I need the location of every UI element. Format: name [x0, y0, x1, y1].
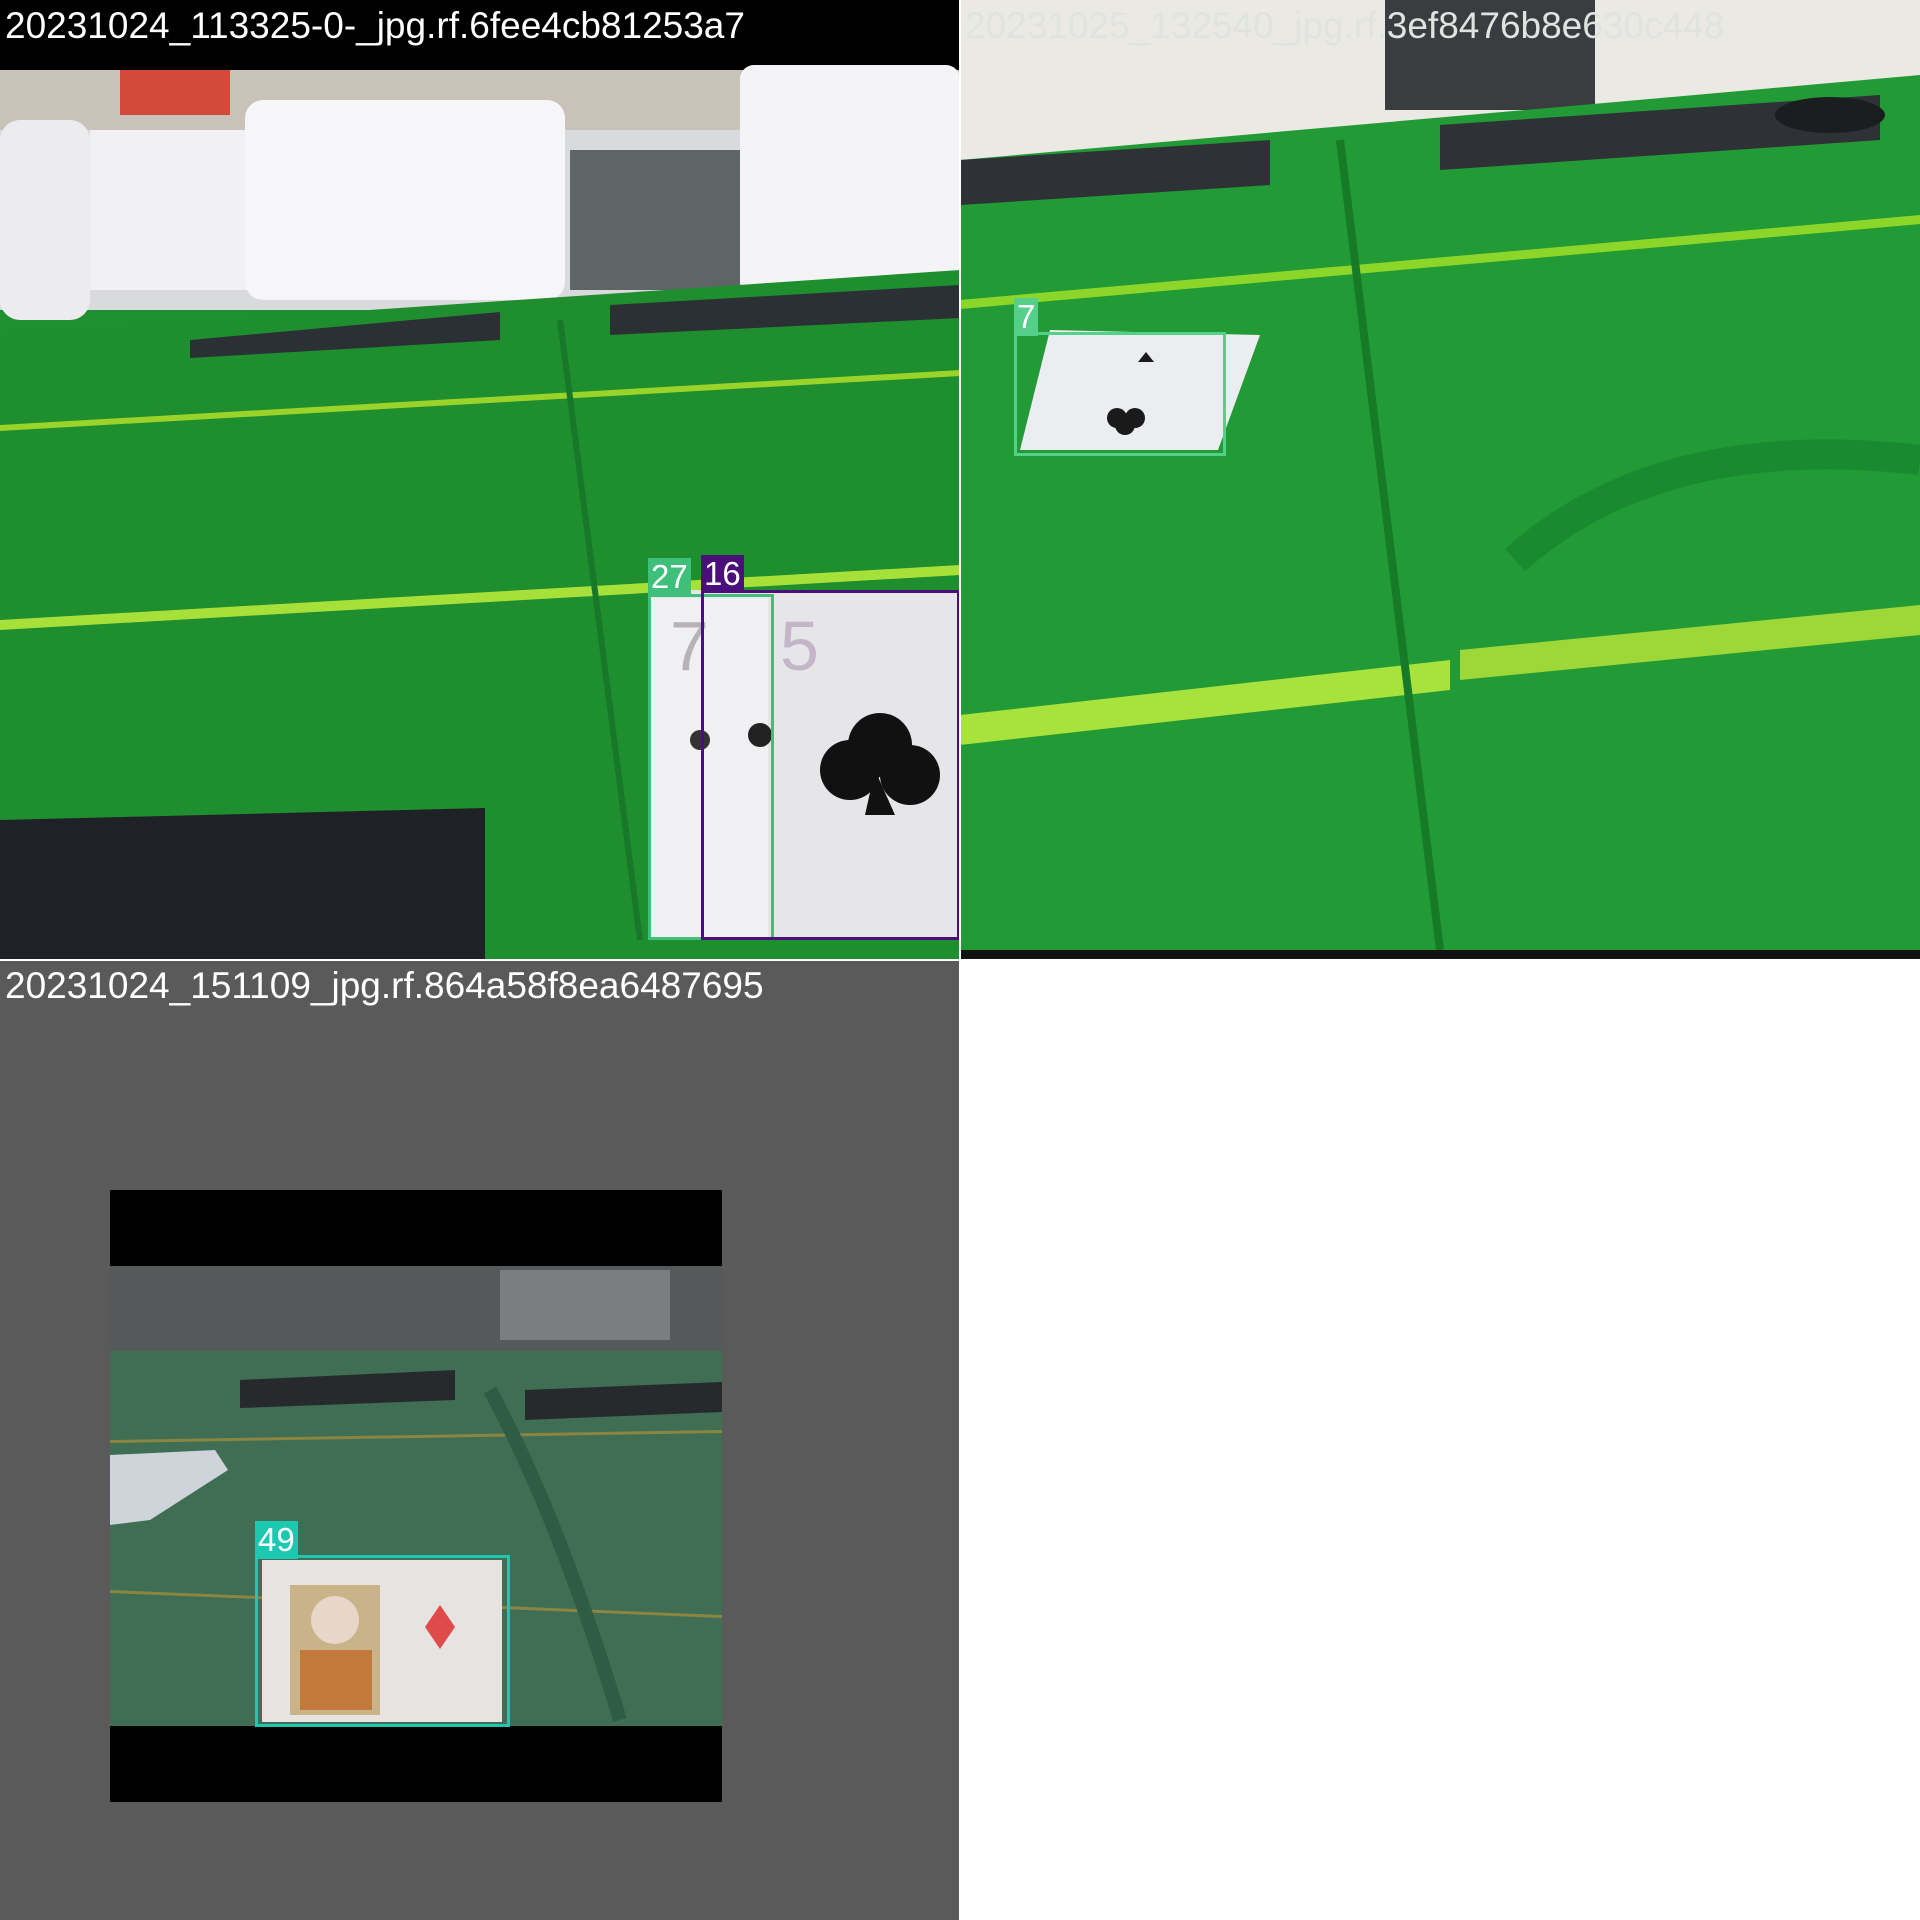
- detection-box-49: [255, 1555, 510, 1727]
- grid-divider-horizontal: [0, 959, 1920, 961]
- detection-box-16: [701, 590, 960, 940]
- mosaic-tile-1: 7 5 20231024_113325-0-_jpg.rf.6fee4cb812…: [0, 0, 960, 960]
- mosaic-tile-empty: [960, 960, 1920, 1920]
- tile-2-filename: 20231025_132540_jpg.rf.3ef8476b8e630c448: [965, 5, 1725, 46]
- detection-label-49: 49: [255, 1521, 298, 1559]
- detection-box-7: [1014, 332, 1226, 456]
- tile-1-filename: 20231024_113325-0-_jpg.rf.6fee4cb81253a7: [5, 5, 745, 46]
- detection-label-7: 7: [1014, 298, 1039, 336]
- tile-3-scene-image: [110, 1190, 722, 1802]
- detection-label-27: 27: [648, 558, 691, 596]
- tile-2-scene-image: [960, 0, 1920, 960]
- mosaic-tile-2: 20231025_132540_jpg.rf.3ef8476b8e630c448…: [960, 0, 1920, 960]
- tile-3-filename: 20231024_151109_jpg.rf.864a58f8ea6487695: [5, 965, 764, 1006]
- mosaic-tile-3: 20231024_151109_jpg.rf.864a58f8ea6487695…: [0, 960, 960, 1920]
- detection-label-16: 16: [701, 555, 744, 593]
